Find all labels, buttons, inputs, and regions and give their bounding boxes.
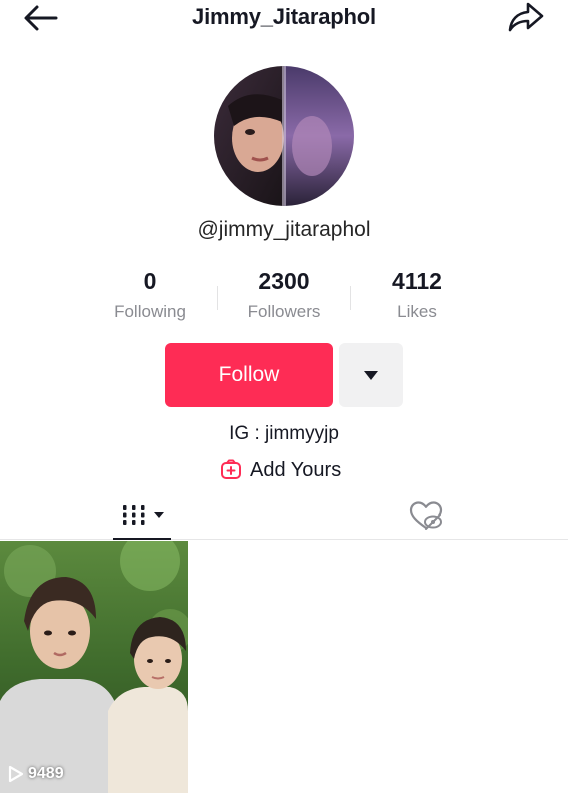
video-thumbnail[interactable]: 9489 (0, 541, 188, 793)
share-icon (508, 2, 544, 32)
followers-label: Followers (247, 302, 321, 321)
tab-liked[interactable] (408, 498, 444, 534)
heart-hidden-icon (409, 501, 443, 530)
triangle-down-icon (364, 371, 378, 380)
stat-followers[interactable]: 2300 Followers (229, 268, 339, 322)
top-bar: Jimmy_Jitaraphol (0, 0, 568, 40)
username: @jimmy_jitaraphol (197, 218, 371, 241)
more-options-button[interactable] (339, 343, 403, 407)
view-count: 9489 (8, 765, 64, 783)
stat-likes[interactable]: 4112 Likes (362, 268, 472, 322)
grid-icon (123, 505, 145, 525)
stat-following[interactable]: 0 Following (95, 268, 205, 322)
avatar-image (214, 66, 354, 206)
stat-divider (217, 286, 218, 310)
followers-count: 2300 (258, 268, 310, 294)
follow-button[interactable]: Follow (165, 343, 333, 407)
content-tabs (0, 490, 568, 540)
play-icon (8, 765, 24, 783)
avatar[interactable] (214, 66, 354, 206)
add-yours-link[interactable]: Add Yours (220, 456, 341, 484)
view-count-value: 9489 (28, 765, 64, 782)
following-count: 0 (143, 268, 157, 294)
stat-divider (350, 286, 351, 310)
tab-videos[interactable] (114, 490, 172, 540)
likes-label: Likes (397, 302, 437, 321)
bio-text: IG : jimmyyjp (229, 423, 339, 444)
likes-count: 4112 (392, 268, 442, 294)
following-label: Following (114, 302, 186, 321)
caret-down-icon (154, 512, 164, 518)
stats-row: 0 Following 2300 Followers 4112 Likes (0, 268, 568, 328)
page-title: Jimmy_Jitaraphol (192, 4, 376, 29)
share-button[interactable] (506, 0, 546, 34)
add-yours-icon (221, 459, 241, 479)
active-tab-indicator (113, 538, 171, 540)
add-yours-label: Add Yours (250, 458, 342, 481)
video-thumbnail-image (0, 541, 188, 793)
